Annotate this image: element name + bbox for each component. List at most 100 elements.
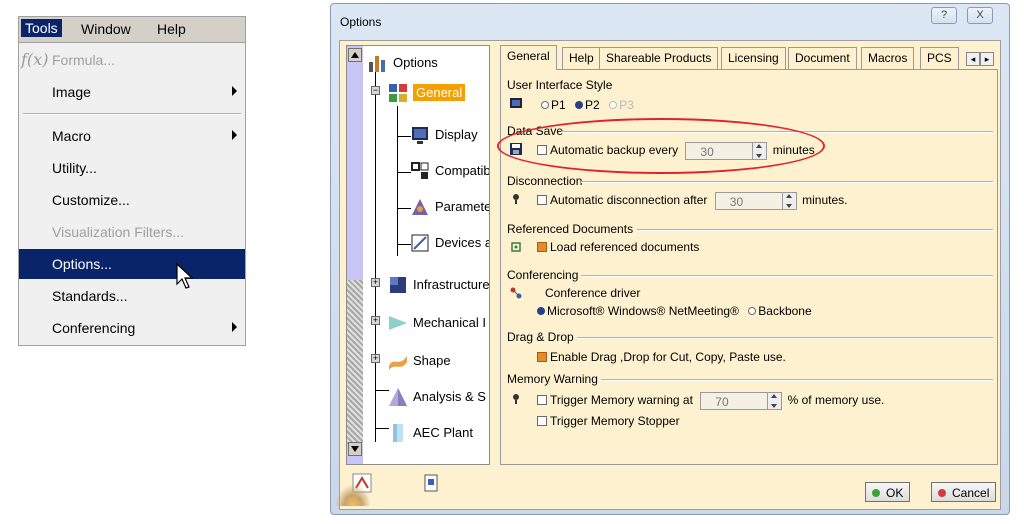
submenu-arrow-icon [232,130,237,140]
disconnection-row: Automatic disconnection after 30 minutes… [537,192,847,210]
tab-shareable-products[interactable]: Shareable Products [599,47,719,69]
memory-stopper-label: Trigger Memory Stopper [550,414,680,428]
section-referenced-docs: Referenced Documents [507,222,633,236]
section-conferencing: Conferencing [507,268,578,282]
infrastructure-icon [390,277,406,293]
menu-item-utility[interactable]: Utility... [19,153,245,183]
mouse-cursor-icon [176,262,194,289]
help-button[interactable]: ? [931,7,957,24]
ui-style-options: P1 P2 P3 [535,98,634,112]
spinner-arrows-icon[interactable] [781,193,796,209]
general-icon [389,84,407,102]
section-title: User Interface Style [507,78,613,92]
menu-item-label: Visualization Filters... [52,224,185,240]
ok-label: OK [886,486,904,500]
decor-glow [335,484,371,506]
menu-item-customize[interactable]: Customize... [19,185,245,215]
cancel-button[interactable]: Cancel [931,482,997,502]
section-divider [577,337,993,339]
highlight-oval [497,118,825,174]
tree-node-label: Devices a [435,235,490,250]
conference-driver-label: Conference driver [545,286,641,300]
radio-label: Backbone [758,304,812,318]
tab-document[interactable]: Document [788,47,857,69]
reference-icon [511,242,521,252]
options-dialog: Options ? X Options − General Display Co… [330,3,1010,515]
shape-icon [389,356,407,370]
drag-drop-checkbox[interactable] [537,352,547,362]
scroll-up-button[interactable] [348,48,362,62]
options-tree: Options − General Display Compatib Param… [346,45,490,465]
menu-item-label: Options... [52,256,112,272]
close-button[interactable]: X [967,7,993,24]
menu-help[interactable]: Help [157,21,186,37]
load-referenced-row: Load referenced documents [537,240,699,254]
radio-label: Microsoft® Windows® NetMeeting® [547,304,739,318]
memory-warning-label: Trigger Memory warning at [550,393,693,408]
tree-node-label: Analysis & S [413,389,486,404]
expand-icon[interactable]: + [371,316,380,325]
load-referenced-checkbox[interactable] [537,242,547,252]
menu-separator [23,113,241,115]
radio-backbone[interactable] [748,307,757,315]
ok-button[interactable]: OK [865,482,911,502]
section-title: Drag & Drop [507,330,574,344]
tab-scroll-left-icon[interactable]: ◂ [966,52,980,66]
menu-item-image[interactable]: Image [19,77,245,107]
section-divider [637,229,993,231]
tree-scrollbar[interactable] [347,46,363,464]
memory-warning-checkbox[interactable] [537,395,547,406]
memory-percent-spinner[interactable]: 70 [700,392,783,410]
disconnection-minutes-spinner[interactable]: 30 [714,192,797,210]
expand-icon[interactable]: + [371,278,380,287]
tab-macros[interactable]: Macros [861,47,915,69]
disconnection-unit: minutes. [802,193,848,208]
ok-icon [872,489,880,497]
menu-item-label: Utility... [52,160,97,176]
scroll-down-button[interactable] [348,442,362,456]
drag-drop-row: Enable Drag ,Drop for Cut, Copy, Paste u… [537,350,786,364]
menu-item-formula[interactable]: f(x) Formula... [19,45,245,75]
parameters-tool-icon[interactable] [422,473,442,493]
menu-tools[interactable]: Tools [21,19,62,37]
load-referenced-label: Load referenced documents [550,240,700,254]
menu-item-label: Formula... [52,52,116,68]
section-divider [601,379,993,381]
radio-p3[interactable] [609,101,618,109]
tab-licensing[interactable]: Licensing [721,47,786,69]
menu-window[interactable]: Window [81,21,131,37]
menu-item-macro[interactable]: Macro [19,121,245,151]
dialog-titlebar[interactable]: Options ? X [331,4,1009,34]
menu-item-visualization-filters[interactable]: Visualization Filters... [19,217,245,247]
menu-item-conferencing[interactable]: Conferencing [19,313,245,343]
spinner-arrows-icon[interactable] [767,393,782,409]
memory-stopper-checkbox[interactable] [537,416,547,426]
collapse-icon[interactable]: − [371,86,380,95]
tab-scroll-right-icon[interactable]: ▸ [980,52,994,66]
menu-item-label: Customize... [52,192,130,208]
menu-item-options[interactable]: Options... [19,249,245,279]
memory-stopper-row: Trigger Memory Stopper [537,414,680,428]
scroll-track[interactable] [347,280,363,444]
memory-unit: % of memory use. [787,393,885,408]
tab-help[interactable]: Help [562,47,601,69]
expand-icon[interactable]: + [371,354,380,363]
tab-general[interactable]: General [500,45,557,70]
conference-icon [510,287,522,299]
section-disconnection: Disconnection [507,174,582,188]
tab-pcs[interactable]: PCS [920,47,959,69]
radio-p2[interactable] [575,101,584,109]
radio-netmeeting[interactable] [537,307,545,315]
submenu-arrow-icon [232,322,237,332]
radio-label: P3 [619,98,634,112]
memory-warning-row: Trigger Memory warning at 70 % of memory… [537,392,884,410]
tree-node-label: AEC Plant [413,425,473,440]
radio-p1[interactable] [541,101,549,109]
menu-item-standards[interactable]: Standards... [19,281,245,311]
drag-drop-label: Enable Drag ,Drop for Cut, Copy, Paste u… [550,350,786,364]
tree-node-label: Infrastructure [413,277,490,292]
disconnection-checkbox[interactable] [537,195,547,206]
section-title: Conferencing [507,268,579,282]
dialog-title: Options [340,15,382,29]
tree-node-label: Display [435,127,478,142]
